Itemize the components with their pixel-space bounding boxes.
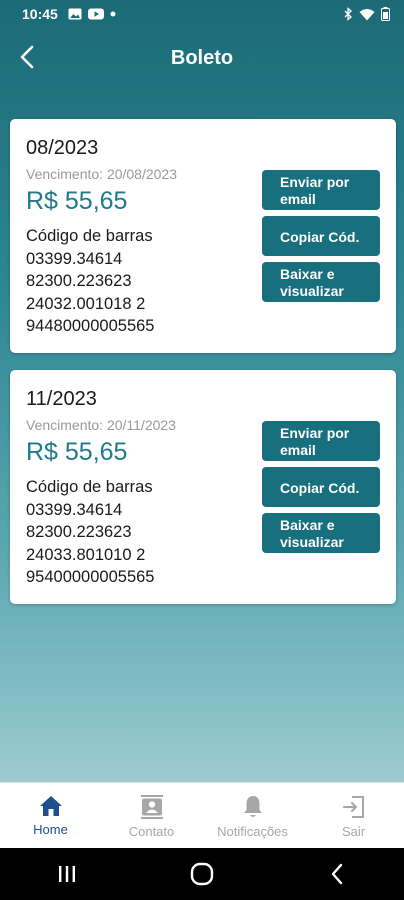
boleto-amount: R$ 55,65 — [26, 187, 128, 215]
nav-item-sair[interactable]: Sair — [303, 783, 404, 848]
nav-label: Home — [33, 822, 68, 837]
nav-label: Sair — [341, 824, 366, 839]
barcode-line: 82300.223623 — [26, 523, 132, 541]
nav-item-notificacoes[interactable]: Notificações — [202, 783, 303, 848]
back-button[interactable] — [12, 42, 42, 72]
image-icon — [68, 8, 82, 20]
barcode-line: 95400000005565 — [26, 568, 155, 586]
barcode-line: 24032.001018 2 — [26, 294, 146, 313]
barcode-line: 24033.801010 2 — [26, 545, 146, 564]
download-view-button[interactable]: Baixar e visualizar — [262, 262, 380, 302]
boleto-actions: Enviar por email Copiar Cód. Baixar e vi… — [262, 170, 380, 308]
chevron-left-icon — [20, 45, 34, 69]
boleto-due-date: Vencimento: 20/11/2023 — [26, 417, 176, 433]
nav-item-contato[interactable]: Contato — [101, 783, 202, 848]
back-system-button[interactable] — [317, 854, 357, 894]
barcode-line: 94480000005565 — [26, 317, 155, 335]
download-view-button[interactable]: Baixar e visualizar — [262, 513, 380, 553]
app-header: Boleto — [0, 28, 404, 88]
home-circle-icon — [190, 862, 214, 886]
status-time: 10:45 — [22, 6, 58, 22]
dot-icon — [110, 11, 116, 17]
home-system-button[interactable] — [182, 854, 222, 894]
status-bar: 10:45 — [0, 0, 404, 28]
nav-item-home[interactable]: Home — [0, 783, 101, 848]
nav-label: Notificações — [217, 824, 288, 839]
boleto-actions: Enviar por email Copiar Cód. Baixar e vi… — [262, 421, 380, 559]
back-arrow-icon — [331, 863, 342, 885]
barcode-line: 03399.34614 — [26, 249, 123, 268]
boleto-card: 11/2023 Vencimento: 20/11/2023 R$ 55,65 … — [10, 370, 396, 604]
battery-icon — [381, 7, 390, 21]
barcode-block: Código de barras 03399.34614 82300.22362… — [26, 476, 154, 589]
nav-label: Contato — [128, 824, 175, 839]
boleto-due-date: Vencimento: 20/08/2023 — [26, 166, 178, 182]
send-email-button[interactable]: Enviar por email — [262, 170, 380, 210]
boleto-card: 08/2023 Vencimento: 20/08/2023 R$ 55,65 … — [10, 119, 396, 353]
boleto-month: 08/2023 — [26, 137, 99, 159]
copy-code-button[interactable]: Copiar Cód. — [262, 216, 380, 256]
wifi-icon — [359, 8, 375, 20]
barcode-line: 82300.223623 — [26, 272, 132, 290]
system-nav-bar — [0, 848, 404, 900]
recent-apps-button[interactable] — [47, 854, 87, 894]
contact-icon — [140, 795, 163, 819]
copy-code-button[interactable]: Copiar Cód. — [262, 467, 380, 507]
youtube-icon — [87, 8, 104, 20]
barcode-label: Código de barras — [26, 478, 153, 496]
recent-apps-icon — [59, 866, 76, 882]
barcode-line: 03399.34614 — [26, 500, 123, 519]
barcode-label: Código de barras — [26, 227, 153, 245]
bottom-nav: Home Contato Notificações Sair — [0, 782, 404, 848]
home-icon — [39, 796, 62, 816]
bluetooth-icon — [344, 7, 352, 21]
bell-icon — [243, 796, 262, 817]
logout-icon — [342, 796, 364, 818]
boleto-month: 11/2023 — [26, 388, 97, 410]
page-title: Boleto — [170, 46, 234, 69]
barcode-block: Código de barras 03399.34614 82300.22362… — [26, 225, 154, 338]
boleto-amount: R$ 55,65 — [26, 438, 128, 466]
send-email-button[interactable]: Enviar por email — [262, 421, 380, 461]
